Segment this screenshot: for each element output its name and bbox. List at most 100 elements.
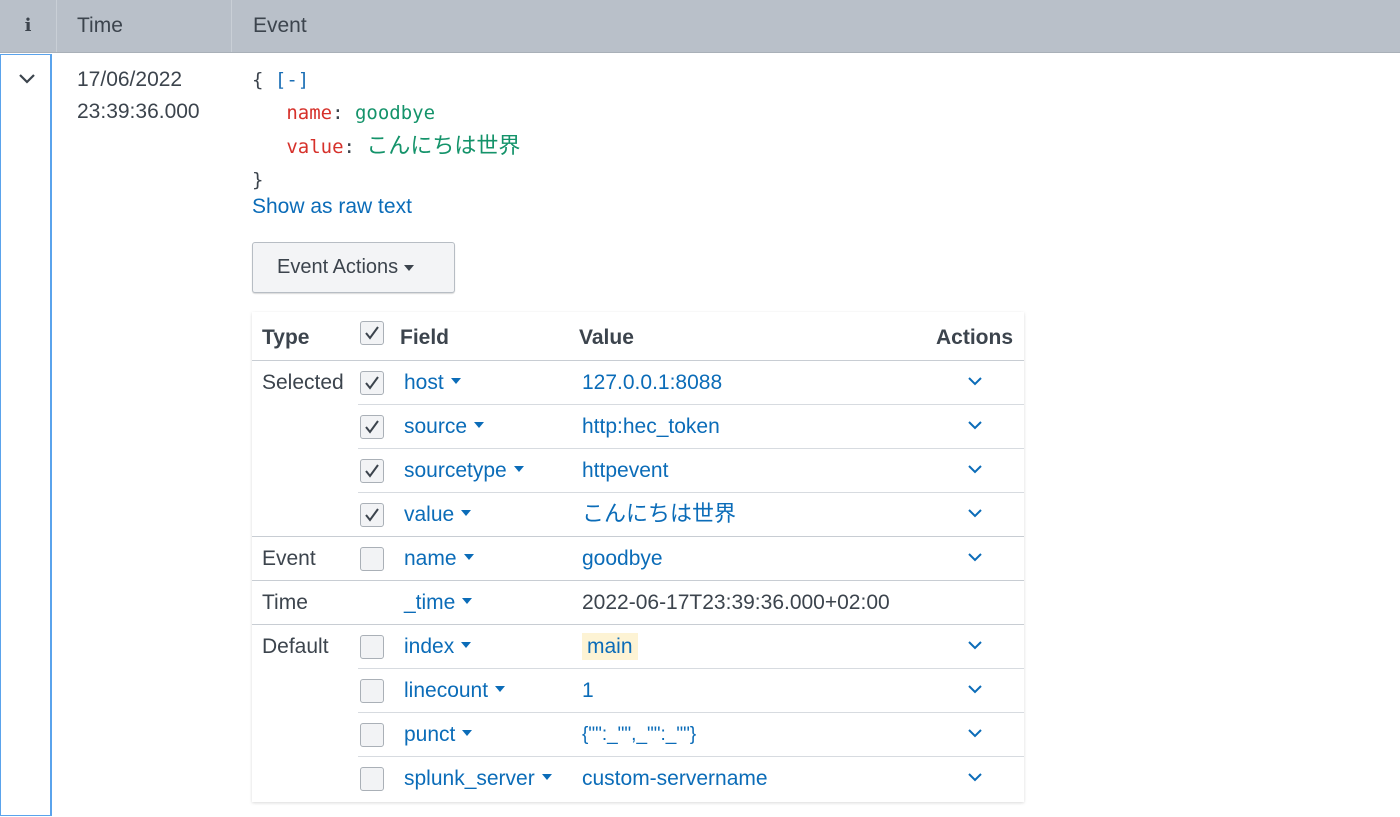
field-name-link[interactable]: punct (404, 713, 473, 757)
field-name: value (404, 503, 455, 526)
json-collapse-toggle[interactable]: [-] (275, 69, 309, 91)
caret-down-icon (541, 774, 552, 781)
chevron-down-icon[interactable] (966, 506, 984, 520)
field-checkbox[interactable] (360, 635, 384, 659)
field-name-link[interactable]: host (404, 361, 461, 405)
checkmark-icon (365, 326, 379, 340)
event-json: { [-] name: goodbye value: こんにちは世界 } (252, 69, 521, 191)
field-column-header: Field (400, 326, 450, 349)
field-name: host (404, 371, 444, 394)
actions-column-header: Actions (936, 326, 1014, 349)
table-row: punct {"":_"",_"":_""} (358, 712, 1024, 757)
caret-down-icon (450, 378, 461, 385)
event-expand-toggle[interactable] (0, 54, 52, 816)
field-name-link[interactable]: sourcetype (404, 449, 524, 493)
field-value[interactable]: custom-servername (582, 757, 768, 801)
field-value[interactable]: こんにちは世界 (582, 493, 736, 537)
field-checkbox[interactable] (360, 679, 384, 703)
table-row: Time _time 2022-06-17T23:39:36.000+02:00 (252, 580, 1024, 625)
event-column-header: Event (253, 14, 307, 37)
caret-down-icon (463, 554, 474, 561)
field-name: _time (404, 591, 456, 614)
field-name-link[interactable]: name (404, 537, 474, 581)
caret-down-icon (462, 730, 473, 737)
time-column-header[interactable]: Time (57, 0, 232, 52)
field-name-link[interactable]: _time (404, 581, 473, 625)
highlighted-value: main (582, 633, 638, 660)
field-checkbox[interactable] (360, 723, 384, 747)
field-value[interactable]: goodbye (582, 537, 663, 581)
results-table-header: i Time Event (0, 0, 1400, 53)
field-type-label: Selected (262, 371, 344, 394)
chevron-down-icon[interactable] (966, 638, 984, 652)
caret-down-icon (513, 466, 524, 473)
table-row: value こんにちは世界 (358, 492, 1024, 537)
table-row: Event name goodbye (252, 536, 1024, 581)
field-type-label: Default (262, 635, 329, 658)
json-close-brace: } (252, 169, 264, 191)
field-value[interactable]: 1 (582, 669, 594, 713)
field-value[interactable]: httpevent (582, 449, 668, 493)
select-all-checkbox[interactable] (360, 321, 384, 345)
json-key: value (286, 136, 344, 158)
chevron-down-icon[interactable] (966, 550, 984, 564)
caret-down-icon (461, 510, 472, 517)
field-value: 2022-06-17T23:39:36.000+02:00 (582, 591, 890, 614)
chevron-down-icon[interactable] (17, 71, 37, 85)
field-checkbox[interactable] (360, 459, 384, 483)
chevron-down-icon[interactable] (966, 770, 984, 784)
field-name-link[interactable]: linecount (404, 669, 506, 713)
table-row: Selected host 127.0.0.1:8088 (252, 360, 1024, 405)
chevron-down-icon[interactable] (966, 462, 984, 476)
field-name: punct (404, 723, 456, 746)
field-value[interactable]: http:hec_token (582, 405, 720, 449)
field-name: source (404, 415, 468, 438)
event-fields-table: Type Field Value Actions Selected host 1… (252, 312, 1024, 802)
json-value[interactable]: goodbye (355, 102, 435, 124)
field-value-highlighted[interactable]: main (582, 625, 638, 669)
caret-down-icon (461, 642, 472, 649)
caret-down-icon (474, 422, 485, 429)
event-time: 23:39:36.000 (77, 100, 200, 123)
caret-down-icon (495, 686, 506, 693)
table-row: splunk_server custom-servername (358, 756, 1024, 801)
checkmark-icon (365, 376, 379, 390)
field-name: index (404, 635, 455, 658)
field-name-link[interactable]: splunk_server (404, 757, 552, 801)
json-value[interactable]: こんにちは世界 (366, 134, 520, 159)
field-name-link[interactable]: index (404, 625, 472, 669)
table-row: sourcetype httpevent (358, 448, 1024, 493)
field-name-link[interactable]: source (404, 405, 485, 449)
field-name-link[interactable]: value (404, 493, 472, 537)
field-checkbox[interactable] (360, 415, 384, 439)
json-open-brace: { (252, 69, 264, 91)
table-row: Default index main (252, 624, 1024, 669)
checkmark-icon (365, 420, 379, 434)
chevron-down-icon[interactable] (966, 374, 984, 388)
caret-down-icon (462, 598, 473, 605)
show-raw-text-link[interactable]: Show as raw text (252, 195, 412, 219)
field-name: sourcetype (404, 459, 507, 482)
checkmark-icon (365, 464, 379, 478)
field-checkbox[interactable] (360, 767, 384, 791)
field-name: splunk_server (404, 767, 535, 790)
table-row: source http:hec_token (358, 404, 1024, 449)
field-value[interactable]: {"":_"",_"":_""} (582, 713, 696, 757)
chevron-down-icon[interactable] (966, 726, 984, 740)
event-date: 17/06/2022 (77, 68, 183, 91)
chevron-down-icon[interactable] (966, 682, 984, 696)
field-checkbox[interactable] (360, 547, 384, 571)
json-key: name (286, 102, 333, 124)
event-actions-button[interactable]: Event Actions (252, 242, 455, 293)
field-value[interactable]: 127.0.0.1:8088 (582, 361, 722, 405)
field-name: linecount (404, 679, 489, 702)
field-checkbox[interactable] (360, 503, 384, 527)
event-timestamp[interactable]: 17/06/2022 23:39:36.000 (77, 64, 200, 128)
field-checkbox[interactable] (360, 371, 384, 395)
info-column-header[interactable]: i (0, 0, 57, 52)
table-row: linecount 1 (358, 668, 1024, 713)
value-column-header: Value (579, 326, 634, 349)
chevron-down-icon[interactable] (966, 418, 984, 432)
type-column-header: Type (262, 326, 310, 349)
caret-down-icon (404, 264, 415, 271)
